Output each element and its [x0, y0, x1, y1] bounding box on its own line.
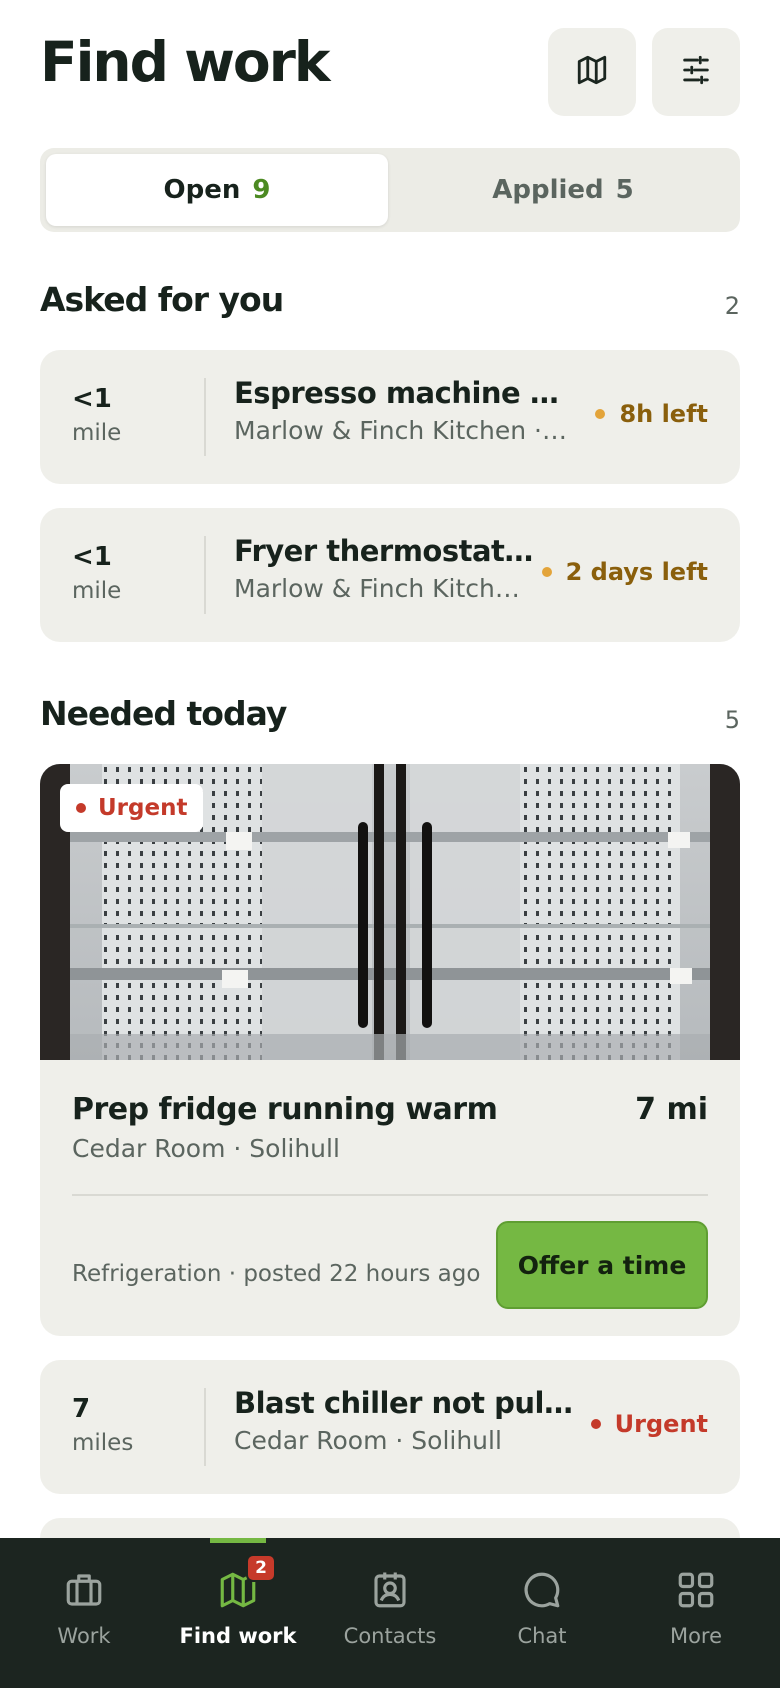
urgent-dot	[76, 803, 86, 813]
divider	[72, 1194, 708, 1196]
job-info: Espresso machine steam wand leaking Marl…	[234, 376, 574, 445]
tab-open-count: 9	[252, 175, 271, 205]
page-title: Find work	[40, 30, 330, 94]
notification-badge: 2	[246, 1554, 276, 1582]
job-subtitle: Marlow & Finch Kitchen · Solihull	[234, 574, 534, 603]
tab-contacts[interactable]: Contacts	[312, 1538, 468, 1688]
status-dot	[595, 409, 606, 419]
time-left-status: 2 days left	[541, 558, 708, 586]
job-distance: 7 mi	[635, 1092, 708, 1127]
job-distance: 7 miles	[72, 1394, 133, 1456]
map-view-button[interactable]	[548, 28, 636, 116]
urgent-status: Urgent	[590, 1410, 708, 1438]
distance-value: <1	[72, 542, 112, 572]
job-meta: Refrigeration · posted 22 hours ago	[72, 1261, 481, 1287]
job-info: Blast chiller not pulling down Cedar Roo…	[234, 1386, 574, 1455]
status-dot	[590, 1419, 601, 1429]
map-icon	[575, 53, 609, 91]
urgent-label: Urgent	[98, 795, 188, 821]
job-subtitle: Cedar Room · Solihull	[234, 1426, 502, 1455]
job-title: Fryer thermostat drifting	[234, 534, 534, 568]
tab-label: More	[669, 1624, 723, 1648]
section-count-needed: 5	[724, 706, 740, 734]
tab-more[interactable]: More	[618, 1538, 774, 1688]
distance-unit: miles	[72, 1430, 134, 1456]
section-title-asked: Asked for you	[40, 280, 284, 319]
status-label: 2 days left	[565, 558, 708, 586]
distance-unit: mile	[72, 578, 122, 604]
divider	[204, 1388, 206, 1466]
featured-job-card[interactable]: Urgent Prep fridge running warm 7 mi Ced…	[40, 764, 740, 1336]
job-subtitle: Cedar Room · Solihull	[72, 1134, 340, 1163]
tab-label: Chat	[517, 1624, 567, 1648]
header: Find work	[0, 0, 780, 130]
tab-applied[interactable]: Applied 5	[392, 154, 734, 226]
tab-chat[interactable]: Chat	[464, 1538, 620, 1688]
divider	[204, 378, 206, 456]
status-label: Urgent	[614, 1410, 708, 1438]
job-photo: Urgent	[40, 764, 740, 1060]
tab-find-work[interactable]: 2 Find work	[160, 1538, 316, 1688]
urgent-badge: Urgent	[60, 784, 204, 832]
tab-label: Work	[57, 1624, 111, 1648]
offer-a-time-button[interactable]: Offer a time	[496, 1221, 708, 1309]
status-dot	[541, 567, 552, 577]
divider	[204, 536, 206, 614]
tab-open[interactable]: Open 9	[46, 154, 388, 226]
job-row-card[interactable]: <1 mile Espresso machine steam wand leak…	[40, 350, 740, 484]
tab-open-label: Open	[163, 175, 241, 205]
section-title-needed: Needed today	[40, 694, 287, 733]
job-row-card[interactable]: <1 mile Fryer thermostat drifting Marlow…	[40, 508, 740, 642]
chat-bubble-icon	[518, 1566, 566, 1614]
tab-label: Contacts	[343, 1624, 437, 1648]
section-count-asked: 2	[724, 292, 740, 320]
distance-value: 7	[72, 1394, 91, 1424]
tab-work[interactable]: Work	[6, 1538, 162, 1688]
job-distance: <1 mile	[72, 384, 121, 446]
tab-applied-label: Applied	[492, 175, 604, 205]
job-title: Espresso machine steam wand leaking	[234, 376, 574, 410]
job-title: Prep fridge running warm	[72, 1092, 498, 1127]
tab-label: Find work	[179, 1624, 297, 1648]
open-applied-segmented-control: Open 9 Applied 5	[40, 148, 740, 232]
grid-icon	[672, 1566, 720, 1614]
job-distance: <1 mile	[72, 542, 121, 604]
briefcase-icon	[60, 1566, 108, 1614]
filter-button[interactable]	[652, 28, 740, 116]
map-icon: 2	[214, 1554, 276, 1614]
contact-card-icon	[366, 1566, 414, 1614]
distance-unit: mile	[72, 420, 122, 446]
distance-value: <1	[72, 384, 112, 414]
time-left-status: 8h left	[595, 400, 708, 428]
status-label: 8h left	[619, 400, 708, 428]
job-subtitle: Marlow & Finch Kitchen · Solihull	[234, 416, 574, 445]
active-tab-indicator	[210, 1538, 266, 1543]
job-info: Fryer thermostat drifting Marlow & Finch…	[234, 534, 534, 603]
job-title: Blast chiller not pulling down	[234, 1386, 574, 1420]
sliders-icon	[679, 53, 713, 91]
tab-applied-count: 5	[615, 175, 634, 205]
job-row-card[interactable]: 7 miles Blast chiller not pulling down C…	[40, 1360, 740, 1494]
bottom-tab-bar: Work 2 Find work Contacts Chat More	[0, 1538, 780, 1688]
